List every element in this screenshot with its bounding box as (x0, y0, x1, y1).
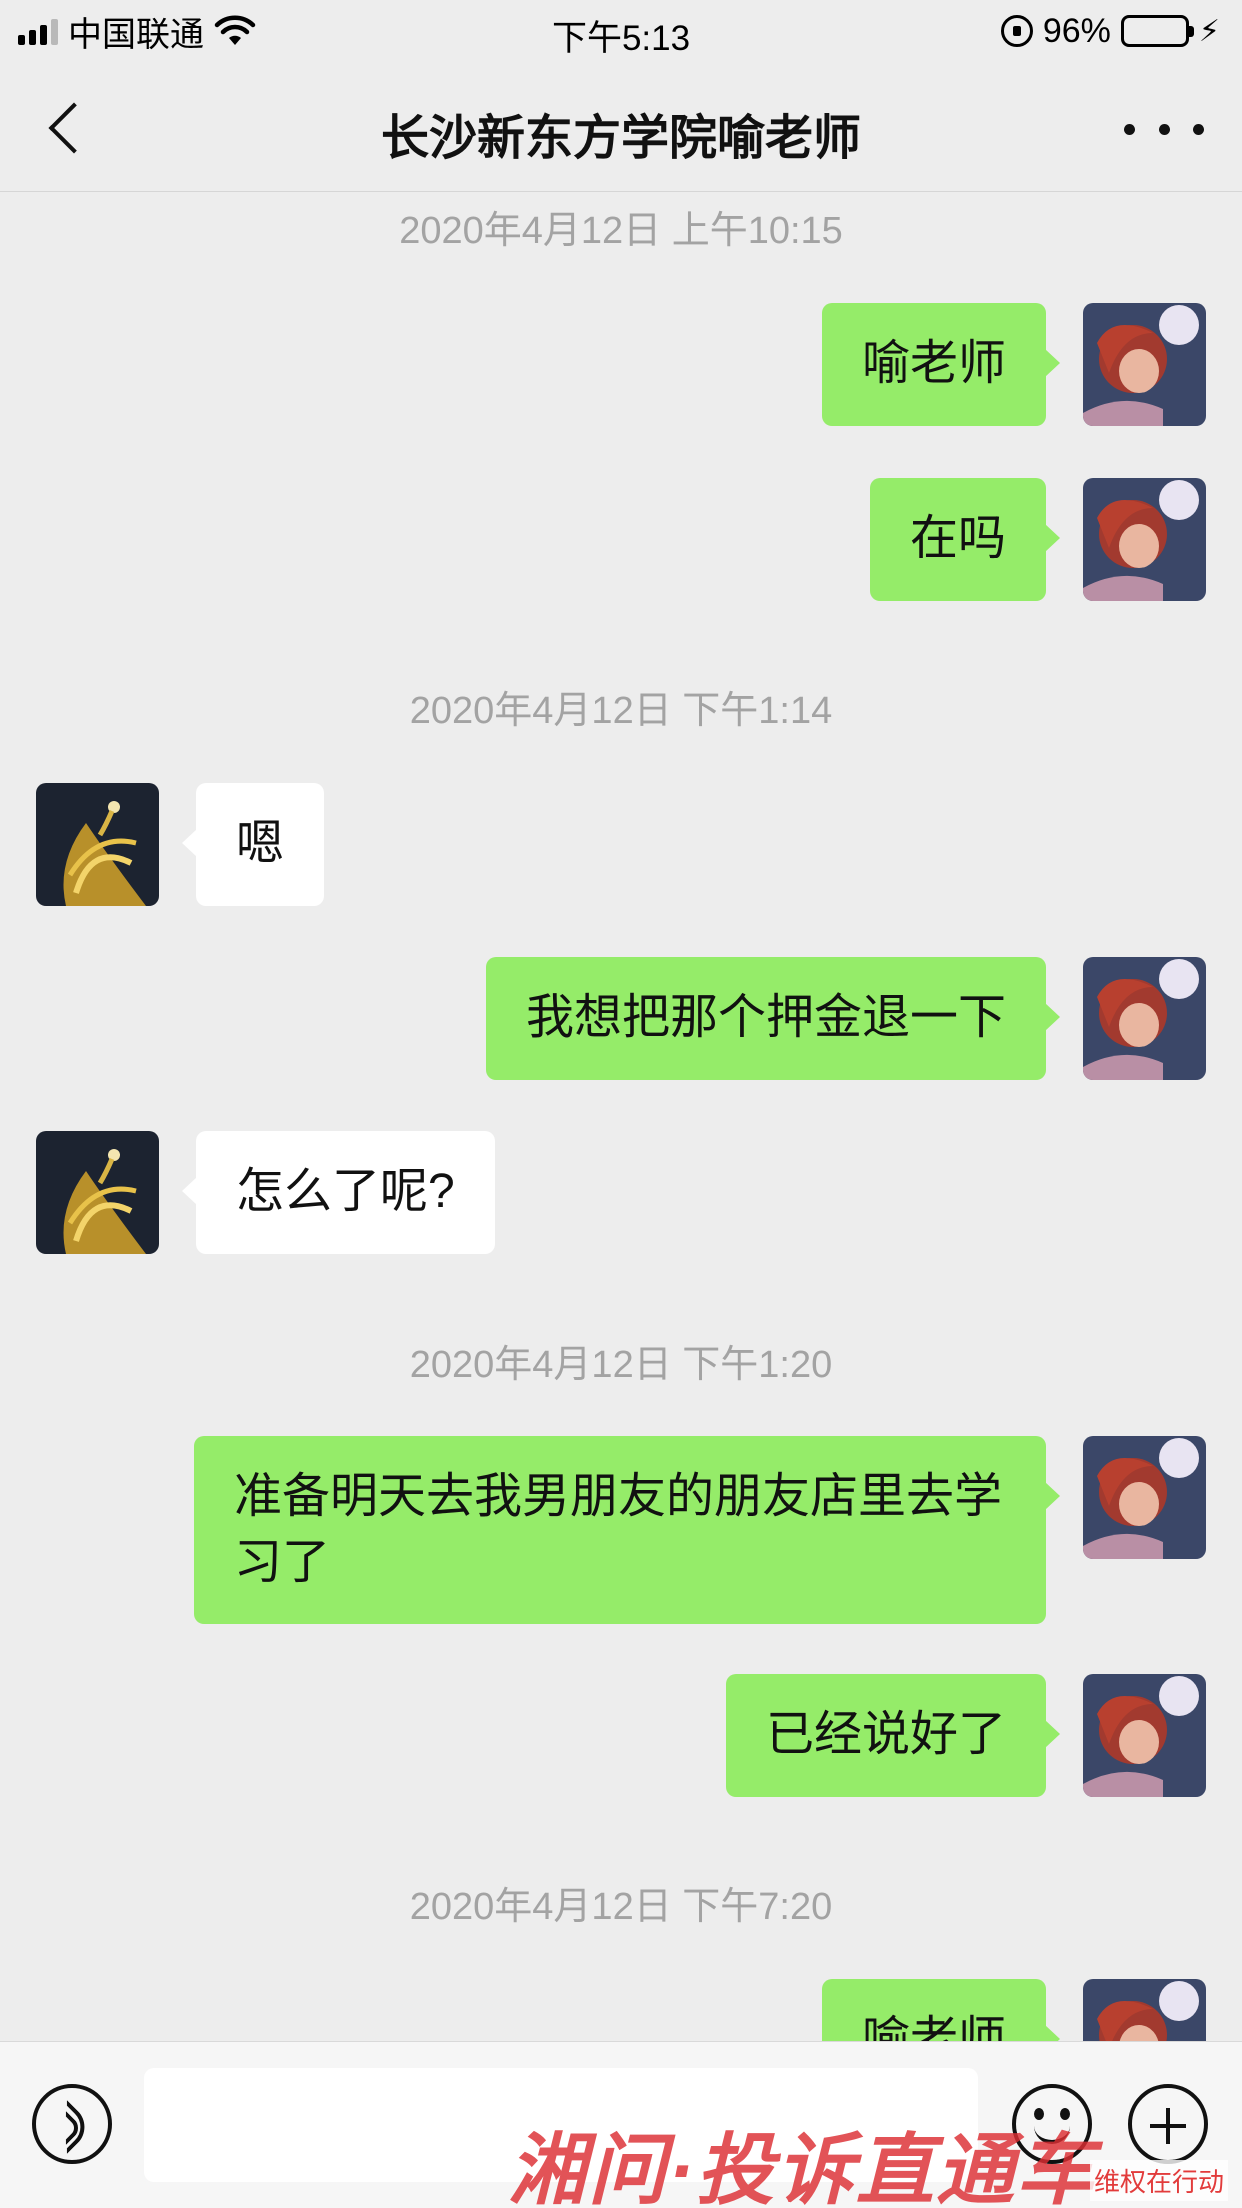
battery-percent: 96% (1042, 11, 1111, 50)
message-bubble-me[interactable]: 我想把那个押金退一下 (485, 957, 1061, 1080)
status-right: 96% ⚡ (1000, 10, 1220, 52)
message-bubble-me[interactable]: 喻老师 (821, 1979, 1061, 2041)
timestamp: 2020年4月12日 下午1:14 (409, 690, 833, 732)
voice-icon[interactable] (32, 2084, 112, 2164)
my-avatar[interactable] (1083, 957, 1206, 1080)
my-avatar[interactable] (1083, 303, 1206, 426)
chat-title: 长沙新东方学院喻老师 (380, 112, 861, 165)
timestamp: 2020年4月12日 上午10:15 (399, 210, 843, 252)
message-bubble-me[interactable]: 已经说好了 (725, 1674, 1061, 1797)
timestamp: 2020年4月12日 下午1:20 (409, 1344, 833, 1386)
contact-avatar[interactable] (36, 1131, 159, 1254)
plus-icon[interactable] (1128, 2084, 1208, 2164)
my-avatar[interactable] (1083, 1979, 1206, 2041)
nav-bar: 长沙新东方学院喻老师 (0, 62, 1242, 192)
watermark-subtitle: 维权在行动 (1089, 2160, 1228, 2201)
watermark-logo: 湘问·投诉直通车 (508, 2126, 1096, 2208)
my-avatar[interactable] (1083, 478, 1206, 601)
more-dots-icon[interactable] (1124, 114, 1204, 144)
my-avatar[interactable] (1083, 1436, 1206, 1559)
message-bubble-them[interactable]: 嗯 (181, 783, 325, 906)
status-bar: 中国联通 下午5:13 96% ⚡ (0, 0, 1242, 62)
charging-icon: ⚡ (1198, 14, 1220, 48)
message-bubble-me[interactable]: 喻老师 (821, 303, 1061, 426)
rotation-lock-icon (1000, 15, 1033, 47)
battery-icon (1120, 15, 1194, 47)
chat-area[interactable]: 2020年4月12日 上午10:15 喻老师 在吗 2020年4月12日 下午1… (0, 193, 1242, 2041)
message-bubble-me[interactable]: 在吗 (869, 478, 1061, 601)
my-avatar[interactable] (1083, 1674, 1206, 1797)
contact-avatar[interactable] (36, 783, 159, 906)
timestamp: 2020年4月12日 下午7:20 (409, 1886, 833, 1928)
message-bubble-them[interactable]: 怎么了呢? (182, 1131, 495, 1254)
message-bubble-me[interactable]: 准备明天去我男朋友的朋友店里去学习了 (194, 1436, 1060, 1624)
